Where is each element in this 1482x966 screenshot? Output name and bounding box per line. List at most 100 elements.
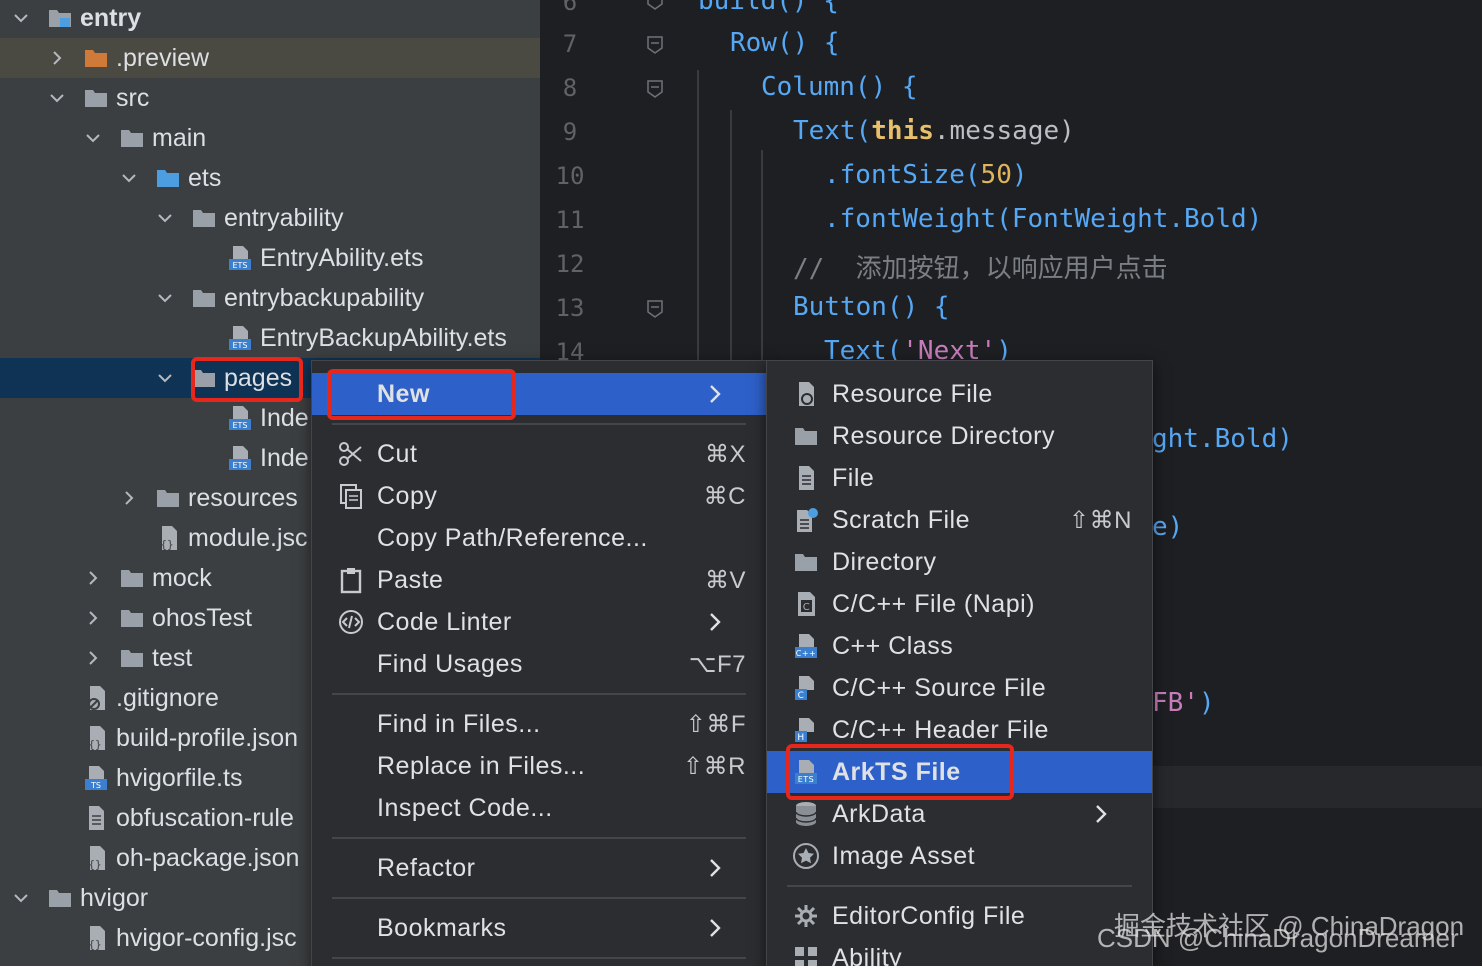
line-number: 6 [562, 0, 578, 16]
code-line: Column() { [761, 72, 918, 102]
menu-item-label: File [832, 463, 875, 492]
menu-item-label: EditorConfig File [832, 901, 1026, 930]
folder-icon [118, 564, 146, 592]
chevron-down-icon[interactable] [82, 127, 104, 149]
tree-row-label: oh-package.json [116, 843, 300, 872]
code-token: ) [1198, 688, 1215, 718]
ts-file-icon: TS [82, 764, 110, 792]
chevron-down-icon[interactable] [154, 367, 176, 389]
tree-row-label: entrybackupability [224, 283, 425, 312]
svg-text:ETS: ETS [232, 421, 247, 430]
menu-item-label: Find in Files... [377, 709, 541, 738]
chevron-right-icon[interactable] [46, 47, 68, 69]
tree-row[interactable]: .preview [0, 38, 540, 78]
menu-item-c-c-file-napi[interactable]: C C/C++ File (Napi) [767, 583, 1152, 625]
svg-text:C: C [798, 691, 805, 701]
tree-row[interactable]: entryability [0, 198, 540, 238]
menu-item-resource-file[interactable]: Resource File [767, 373, 1152, 415]
code-fragment: e) [1152, 512, 1184, 542]
chevron-right-icon[interactable] [82, 607, 104, 629]
tree-row-label: hvigor-config.jsc [116, 923, 297, 952]
chevron-down-icon[interactable] [154, 287, 176, 309]
menu-item-c-c-source-file[interactable]: C C/C++ Source File [767, 667, 1152, 709]
chevron-down-icon[interactable] [118, 167, 140, 189]
menu-item-file[interactable]: File [767, 457, 1152, 499]
tree-row-label: entry [80, 3, 142, 32]
fold-marker-icon[interactable] [647, 300, 663, 318]
menu-item-find-in-files[interactable]: Find in Files... ⇧⌘F [312, 703, 766, 745]
line-number: 12 [555, 250, 585, 278]
menu-item-find-usages[interactable]: Find Usages ⌥F7 [312, 643, 766, 685]
menu-item-image-asset[interactable]: Image Asset [767, 835, 1152, 877]
folder-icon [82, 84, 110, 112]
svg-text:C++: C++ [796, 649, 817, 658]
menu-item-shortcut: ⇧⌘F [685, 710, 746, 738]
chevron-right-icon[interactable] [118, 487, 140, 509]
tree-row-label: EntryAbility.ets [260, 243, 424, 272]
code-line: build() { [698, 0, 839, 16]
folder-icon [791, 547, 821, 577]
svg-text:H: H [797, 733, 804, 743]
watermark-csdn: CSDN @ChinaDragonDreamer [1097, 923, 1459, 953]
tree-row[interactable]: ETS EntryAbility.ets [0, 238, 540, 278]
svg-text:ETS: ETS [232, 261, 247, 270]
chevron-down-icon[interactable] [10, 7, 32, 29]
menu-item-code-linter[interactable]: Code Linter [312, 601, 766, 643]
chevron-right-icon[interactable] [82, 647, 104, 669]
tree-row-label: test [152, 643, 193, 672]
menu-item-refactor[interactable]: Refactor [312, 847, 766, 889]
scratch-file-icon [791, 505, 821, 535]
chevron-down-icon[interactable] [46, 87, 68, 109]
chevron-down-icon[interactable] [10, 887, 32, 909]
folder-icon [118, 644, 146, 672]
tree-row[interactable]: main [0, 118, 540, 158]
menu-item-shortcut: ⌘C [703, 482, 746, 510]
ets-file-icon: ETS [226, 244, 254, 272]
menu-item-cut[interactable]: Cut ⌘X [312, 433, 766, 475]
menu-item-inspect-code[interactable]: Inspect Code... [312, 787, 766, 829]
fold-marker-icon[interactable] [647, 80, 663, 98]
scissors-icon [336, 439, 366, 469]
menu-item-label: C++ Class [832, 631, 954, 660]
menu-item-replace-in-files[interactable]: Replace in Files... ⇧⌘R [312, 745, 766, 787]
line-number: 8 [562, 74, 578, 102]
fold-marker-icon[interactable] [647, 0, 663, 10]
menu-item-copy[interactable]: Copy ⌘C [312, 475, 766, 517]
menu-item-scratch-file[interactable]: Scratch File ⇧⌘N [767, 499, 1152, 541]
code-line: .fontSize(50) [824, 160, 1028, 190]
tree-row[interactable]: entrybackupability [0, 278, 540, 318]
tree-row[interactable]: ETS EntryBackupAbility.ets [0, 318, 540, 358]
menu-item-directory[interactable]: Directory [767, 541, 1152, 583]
menu-item-label: Ability [832, 943, 903, 966]
menu-item-label: Scratch File [832, 505, 970, 534]
menu-item-copy-path-reference[interactable]: Copy Path/Reference... [312, 517, 766, 559]
svg-text:{}: {} [160, 538, 173, 551]
code-line: Button() { [793, 292, 950, 322]
menu-item-label: Find Usages [377, 649, 523, 678]
code-token: .fontSize( [824, 160, 981, 190]
menu-item-bookmarks[interactable]: Bookmarks [312, 907, 766, 949]
menu-item-label: Resource Directory [832, 421, 1055, 450]
code-token: Text( [793, 116, 872, 146]
chevron-down-icon[interactable] [154, 207, 176, 229]
c-header-icon: H [791, 715, 821, 745]
tree-row[interactable]: src [0, 78, 540, 118]
chevron-right-icon[interactable] [82, 567, 104, 589]
menu-item-c-class[interactable]: C++ C++ Class [767, 625, 1152, 667]
database-icon [791, 799, 821, 829]
tree-row[interactable]: entry [0, 0, 540, 38]
menu-item-editorconfig-file[interactable]: EditorConfig File [767, 895, 1152, 937]
c-source-icon: C [791, 673, 821, 703]
fold-marker-icon[interactable] [647, 36, 663, 54]
tree-row-label: entryability [224, 203, 344, 232]
tree-row-label: Inde [260, 443, 309, 472]
menu-item-paste[interactable]: Paste ⌘V [312, 559, 766, 601]
menu-item-resource-directory[interactable]: Resource Directory [767, 415, 1152, 457]
tree-row[interactable]: ets [0, 158, 540, 198]
menu-item-ability[interactable]: Ability [767, 937, 1152, 966]
folder-icon [118, 124, 146, 152]
menu-separator [332, 897, 746, 899]
